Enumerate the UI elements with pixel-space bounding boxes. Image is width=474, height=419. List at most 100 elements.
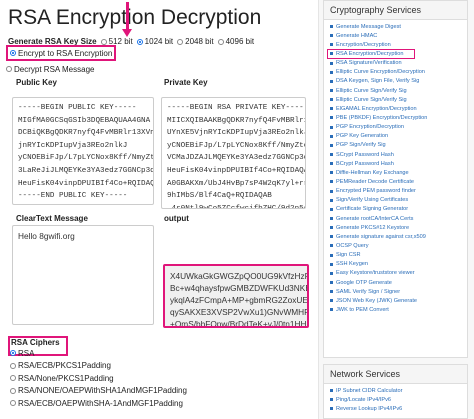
crypto-services-panel: Cryptography Services Generate Message D… (323, 0, 468, 358)
sidebar-crypto-link[interactable]: RSA Encryption/Decryption (327, 49, 415, 59)
sidebar-crypto-link[interactable]: RSA Signature/Verification (330, 59, 467, 68)
sidebar-crypto-link[interactable]: DSA Keygen, Sign File, Verify Sig (330, 77, 467, 86)
sidebar-network-link[interactable]: Reverse Lookup IPv4/IPv6 (330, 404, 467, 413)
public-key-textarea[interactable]: -----BEGIN PUBLIC KEY----- MIGfMA0GCSqGS… (12, 97, 154, 205)
ciphers-label: RSA Ciphers (11, 338, 60, 347)
radio-icon[interactable] (6, 66, 12, 72)
cipher-option-none-oaep-sha1[interactable]: RSA/NONE/OAEPWithSHA1AndMGF1Padding (10, 385, 187, 398)
sidebar-crypto-link[interactable]: Sign/Verify Using Certificates (330, 196, 467, 205)
sidebar-crypto-link[interactable]: PBE (PBKDF) Encryption/Decryption (330, 113, 467, 122)
sidebar-crypto-link[interactable]: SCrypt Password Hash (330, 150, 467, 159)
bullet-icon (330, 226, 333, 230)
sidebar-crypto-link-label: SSH Keygen (336, 261, 369, 268)
bullet-icon (330, 290, 333, 294)
sidebar-crypto-link[interactable]: Elliptic Curve Encryption/Decryption (330, 68, 467, 77)
key-size-option-4096[interactable]: 4096 bit (217, 37, 254, 46)
sidebar-crypto-link-label: Generate PKCS#12 Keystore (336, 224, 410, 231)
bullet-icon (330, 153, 333, 157)
sidebar-crypto-link-label: PEMReader Decode Certificate (336, 178, 415, 185)
cleartext-textarea[interactable]: Hello 8gwifi.org (12, 225, 154, 325)
radio-icon[interactable] (177, 38, 184, 45)
sidebar-crypto-link-label: Encrypted PEM password finder (336, 188, 416, 195)
bullet-icon (330, 70, 333, 74)
sidebar-crypto-link[interactable]: PGP Key Generation (330, 132, 467, 141)
bullet-icon (330, 262, 333, 266)
sidebar-crypto-link-label: Encryption/Decryption (336, 41, 391, 48)
radio-icon[interactable] (10, 387, 16, 394)
sidebar-crypto-link[interactable]: SSH Keygen (330, 260, 467, 269)
key-size-option-1024[interactable]: 1024 bit (136, 37, 173, 46)
sidebar-crypto-link-label: Easy Keystore/truststore viewer (336, 270, 415, 277)
sidebar-crypto-link[interactable]: Certificate Signing Generator (330, 205, 467, 214)
key-size-option-2048[interactable]: 2048 bit (177, 37, 214, 46)
mode-option-encrypt[interactable]: Encrypt to RSA Encryption (6, 45, 117, 61)
crypto-services-list: Generate Message Digest Generate HMAC Encr… (324, 20, 467, 315)
sidebar-network-link[interactable]: IP Subnet CIDR Calculator (330, 386, 467, 395)
radio-icon[interactable] (10, 375, 16, 382)
sidebar-crypto-link[interactable]: Diffie-Hellman Key Exchange (330, 168, 467, 177)
radio-selected-icon[interactable] (136, 38, 143, 45)
sidebar-crypto-link[interactable]: JWK to PEM Convert (330, 305, 467, 314)
bullet-icon (330, 61, 333, 65)
bullet-icon (330, 253, 333, 257)
sidebar-crypto-link[interactable]: JSON Web Key (JWK) Generate (330, 296, 467, 305)
sidebar-crypto-link[interactable]: Elliptic Curve Sign/Verify Sig (330, 86, 467, 95)
radio-icon[interactable] (217, 38, 224, 45)
bullet-icon (330, 189, 333, 193)
sidebar-crypto-link[interactable]: PGP Encryption/Decryption (330, 123, 467, 132)
output-textarea[interactable]: X4UWkaGkGWGZpQO0UG9kVfzHzPLSQ Bc+w4qhays… (163, 264, 309, 328)
bullet-icon (330, 271, 333, 275)
sidebar-crypto-link[interactable]: Generate PKCS#12 Keystore (330, 223, 467, 232)
radio-icon[interactable] (10, 400, 16, 407)
sidebar-crypto-link[interactable]: BCrypt Password Hash (330, 159, 467, 168)
bullet-icon (330, 389, 333, 393)
sidebar-crypto-link[interactable]: PGP Sign/Verify Sig (330, 141, 467, 150)
sidebar-network-link-label: Reverse Lookup IPv4/IPv6 (336, 405, 403, 412)
sidebar-crypto-link-label: PGP Encryption/Decryption (336, 124, 404, 131)
sidebar-crypto-link[interactable]: ElGAMAL Encryption/Decryption (330, 104, 467, 113)
cipher-option-none-pkcs1[interactable]: RSA/None/PKCS1Padding (10, 372, 187, 385)
sidebar-crypto-link[interactable]: Easy Keystore/truststore viewer (330, 269, 467, 278)
sidebar-crypto-link[interactable]: Generate rootCA/InterCA Certs (330, 214, 467, 223)
sidebar-crypto-link[interactable]: Elliptic Curve Sign/Verify Sig (330, 95, 467, 104)
sidebar-crypto-link-label: ElGAMAL Encryption/Decryption (336, 105, 417, 112)
sidebar-crypto-link[interactable]: Generate signature against csr,x509 (330, 232, 467, 241)
sidebar-crypto-link[interactable]: Encryption/Decryption (330, 40, 467, 49)
radio-icon[interactable] (10, 362, 16, 369)
radio-selected-icon[interactable] (10, 50, 16, 56)
sidebar-network-link[interactable]: Ping/Locate IPv4/IPv6 (330, 395, 467, 404)
bullet-icon (330, 162, 333, 166)
bullet-icon (330, 308, 333, 312)
network-services-list: IP Subnet CIDR Calculator Ping/Locate IPv… (324, 384, 467, 413)
sidebar-crypto-link-label: Generate rootCA/InterCA Certs (336, 215, 414, 222)
sidebar-crypto-link-label: JWK to PEM Convert (336, 306, 389, 313)
cipher-option-ecb-oaep-sha1[interactable]: RSA/ECB/OAEPWithSHA-1AndMGF1Padding (10, 397, 187, 410)
cipher-option-rsa[interactable]: RSA (10, 347, 187, 360)
sidebar-crypto-link-label: PGP Sign/Verify Sig (336, 142, 386, 149)
annotation-arrow (122, 2, 132, 37)
bullet-icon (330, 116, 333, 120)
mode-option-decrypt[interactable]: Decrypt RSA Message (6, 63, 116, 75)
page-title: RSA Encryption Decryption (8, 6, 262, 29)
sidebar-crypto-link[interactable]: PEMReader Decode Certificate (330, 177, 467, 186)
sidebar-crypto-link-label: OCSP Query (336, 242, 369, 249)
main-content: RSA Encryption Decryption Generate RSA K… (0, 0, 318, 419)
bullet-icon (330, 107, 333, 111)
sidebar-crypto-link-label: Elliptic Curve Encryption/Decryption (336, 69, 425, 76)
radio-icon[interactable] (100, 38, 107, 45)
sidebar-crypto-link[interactable]: SAML Verify Sign / Signer (330, 287, 467, 296)
sidebar-crypto-link[interactable]: Encrypted PEM password finder (330, 187, 467, 196)
bullet-icon (330, 244, 333, 248)
crypto-services-title: Cryptography Services (324, 1, 467, 20)
radio-selected-icon[interactable] (10, 350, 16, 357)
sidebar-crypto-link[interactable]: Sign CSR (330, 251, 467, 260)
network-services-title: Network Services (324, 365, 467, 384)
sidebar-crypto-link-label: Certificate Signing Generator (336, 206, 409, 213)
sidebar-crypto-link[interactable]: Generate Message Digest (330, 22, 467, 31)
sidebar-crypto-link[interactable]: OCSP Query (330, 241, 467, 250)
bullet-icon (330, 79, 333, 83)
sidebar-crypto-link[interactable]: Google OTP Generate (330, 278, 467, 287)
sidebar-crypto-link[interactable]: Generate HMAC (330, 31, 467, 40)
cipher-option-ecb-pkcs1[interactable]: RSA/ECB/PKCS1Padding (10, 360, 187, 373)
private-key-textarea[interactable]: -----BEGIN RSA PRIVATE KEY----- MIICXQIB… (161, 97, 306, 209)
